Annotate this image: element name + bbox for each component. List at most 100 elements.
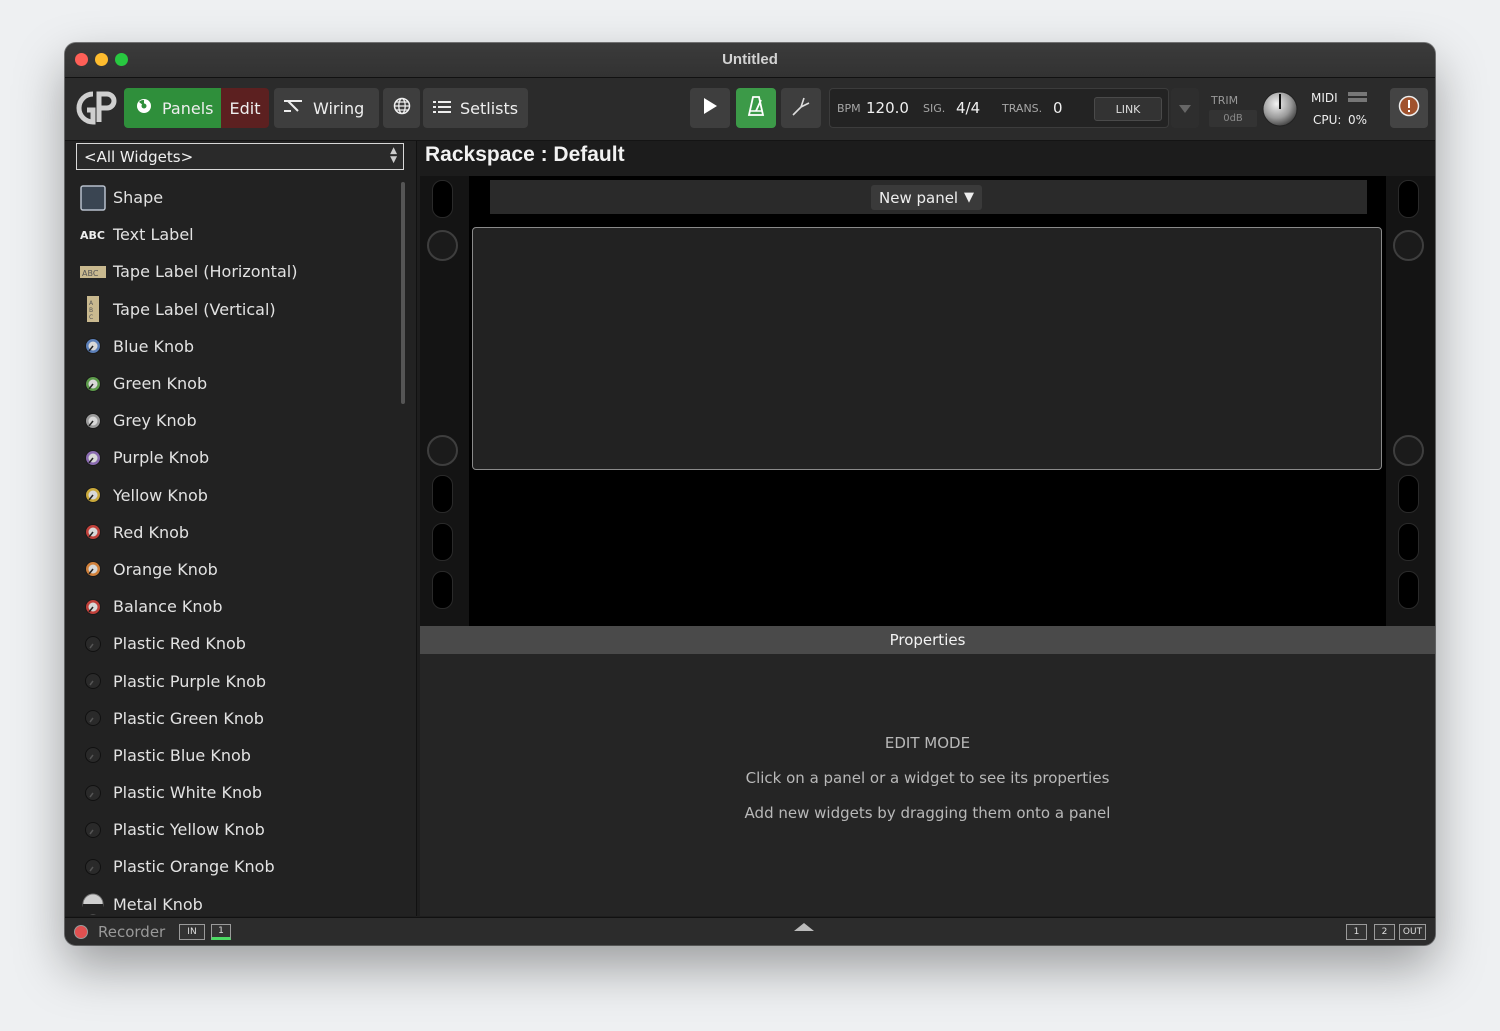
balance-knob-icon xyxy=(80,594,106,620)
widget-list-item-label: Plastic Blue Knob xyxy=(113,745,251,765)
widget-list-item-label: Plastic Red Knob xyxy=(113,634,246,654)
panels-button[interactable]: Panels xyxy=(124,88,221,128)
widget-filter-select[interactable]: <All Widgets> ▲ ▼ xyxy=(76,143,404,170)
widget-list-scrollbar[interactable] xyxy=(401,182,405,404)
widget-list-item[interactable]: Blue Knob xyxy=(65,328,401,365)
widget-list-item[interactable]: Plastic Purple Knob xyxy=(65,662,401,699)
alert-button[interactable] xyxy=(1390,88,1428,128)
edit-button[interactable]: Edit xyxy=(221,88,269,128)
widget-list-item[interactable]: Plastic Blue Knob xyxy=(65,737,401,774)
recorder-label[interactable]: Recorder xyxy=(98,923,165,941)
widget-list-item-label: Tape Label (Horizontal) xyxy=(113,262,298,282)
panels-label: Panels xyxy=(162,98,214,118)
widget-list-item-label: Metal Knob xyxy=(113,894,203,914)
expand-up-icon[interactable] xyxy=(794,923,814,931)
widget-list-item[interactable]: Orange Knob xyxy=(65,551,401,588)
metronome-button[interactable] xyxy=(736,88,776,128)
widget-list-item[interactable]: Grey Knob xyxy=(65,402,401,439)
widget-list-item[interactable]: Purple Knob xyxy=(65,439,401,476)
plastic-yellow-knob-icon xyxy=(80,817,106,843)
purple-knob-icon xyxy=(80,445,106,471)
svg-text:C: C xyxy=(89,314,93,321)
link-button[interactable]: LINK xyxy=(1094,97,1162,121)
play-icon xyxy=(702,97,718,119)
new-panel-bar: New panel ▼ xyxy=(490,180,1367,214)
plastic-white-knob-icon xyxy=(80,780,106,806)
global-rackspace-button[interactable] xyxy=(383,88,420,128)
bpm-value[interactable]: 120.0 xyxy=(866,99,909,117)
sig-value[interactable]: 4/4 xyxy=(956,99,980,117)
plastic-orange-knob-icon xyxy=(80,854,106,880)
setlists-button[interactable]: Setlists xyxy=(423,88,528,128)
widget-list-item[interactable]: Balance Knob xyxy=(65,588,401,625)
widget-list-item-label: Blue Knob xyxy=(113,336,195,356)
text-label-icon: ABC xyxy=(80,222,106,248)
rack-rail-left xyxy=(420,176,469,626)
status-bar: Recorder IN 1 1 2 OUT xyxy=(65,917,1435,945)
metronome-icon xyxy=(747,95,765,121)
widget-list-item[interactable]: Plastic White Knob xyxy=(65,774,401,811)
widget-list-item-label: Yellow Knob xyxy=(113,485,208,505)
rack-slot xyxy=(1398,571,1419,609)
panel-canvas[interactable] xyxy=(472,227,1382,470)
orange-knob-icon xyxy=(80,556,106,582)
window-title: Untitled xyxy=(722,51,778,68)
widget-list-item-label: Green Knob xyxy=(113,374,208,394)
widget-list-item-label: Plastic Purple Knob xyxy=(113,671,267,691)
widget-list-item-label: Plastic White Knob xyxy=(113,783,263,803)
rack-slot xyxy=(1398,180,1419,218)
new-panel-button[interactable]: New panel ▼ xyxy=(871,185,982,210)
rack-slot xyxy=(1398,475,1419,513)
widget-list-item[interactable]: A B C Tape Label (Vertical) xyxy=(65,291,401,328)
wiring-button[interactable]: Wiring xyxy=(274,88,379,128)
widget-list-item-label: Shape xyxy=(113,188,164,208)
play-button[interactable] xyxy=(690,88,730,128)
svg-text:ABC: ABC xyxy=(82,269,99,278)
plastic-purple-knob-icon xyxy=(80,668,106,694)
properties-hint-2: Add new widgets by dragging them onto a … xyxy=(744,804,1111,822)
widget-list-item-label: Plastic Orange Knob xyxy=(113,857,275,877)
tape-label-vertical-icon: ABC xyxy=(80,296,106,323)
midi-activity-indicator xyxy=(1348,92,1367,103)
widget-list-item[interactable]: Yellow Knob xyxy=(65,477,401,514)
widget-list-item[interactable]: Shape xyxy=(65,179,401,216)
tuner-button[interactable] xyxy=(781,88,821,128)
widget-list-item[interactable]: ABC Text Label xyxy=(65,216,401,253)
widget-list-item[interactable]: Plastic Orange Knob xyxy=(65,848,401,885)
widget-list-item[interactable]: Plastic Green Knob xyxy=(65,700,401,737)
sig-label: SIG. xyxy=(923,102,946,115)
trim-value: 0dB xyxy=(1209,110,1257,127)
widget-list-item[interactable]: Plastic Red Knob xyxy=(65,625,401,662)
midi-label: MIDI xyxy=(1311,91,1338,105)
shape-icon xyxy=(80,184,106,211)
widget-list-item[interactable]: Green Knob xyxy=(65,365,401,402)
record-icon[interactable] xyxy=(74,925,88,939)
tape-label-horizontal-icon: ABC xyxy=(80,259,106,285)
yellow-knob-icon xyxy=(80,482,106,508)
widget-list-item-label: Plastic Green Knob xyxy=(113,708,264,728)
app-window: Untitled Panels Edit Wiring Setlists BPM… xyxy=(65,43,1435,945)
rack-rail-right xyxy=(1386,176,1435,626)
widget-list-item[interactable]: Red Knob xyxy=(65,514,401,551)
widget-list-item[interactable]: ABC Tape Label (Horizontal) xyxy=(65,253,401,290)
trans-value[interactable]: 0 xyxy=(1053,99,1063,117)
list-icon xyxy=(433,99,451,118)
trim-knob[interactable] xyxy=(1262,91,1298,127)
setlists-label: Setlists xyxy=(460,98,519,118)
wiring-icon xyxy=(283,98,303,118)
tempo-dropdown-button[interactable] xyxy=(1171,88,1199,128)
widget-list-item-label: Plastic Yellow Knob xyxy=(113,820,265,840)
widget-list-item-label: Tape Label (Vertical) xyxy=(113,299,276,319)
widget-list-item[interactable]: Plastic Yellow Knob xyxy=(65,811,401,848)
output-channel-2-meter: 2 xyxy=(1374,924,1395,940)
widget-list-item-label: Grey Knob xyxy=(113,411,197,431)
warning-icon xyxy=(1398,95,1420,121)
widget-list-item[interactable]: Metal Knob xyxy=(65,886,401,916)
rack-screw-icon xyxy=(1393,230,1424,261)
widget-list: Shape ABC Text Label ABC Tape Label (Horizon… xyxy=(65,179,401,916)
panels-icon xyxy=(136,98,152,118)
plastic-red-knob-icon xyxy=(80,631,106,657)
rack-slot xyxy=(1398,523,1419,561)
output-channel-1-meter: 1 xyxy=(1346,924,1367,940)
plastic-green-knob-icon xyxy=(80,705,106,731)
